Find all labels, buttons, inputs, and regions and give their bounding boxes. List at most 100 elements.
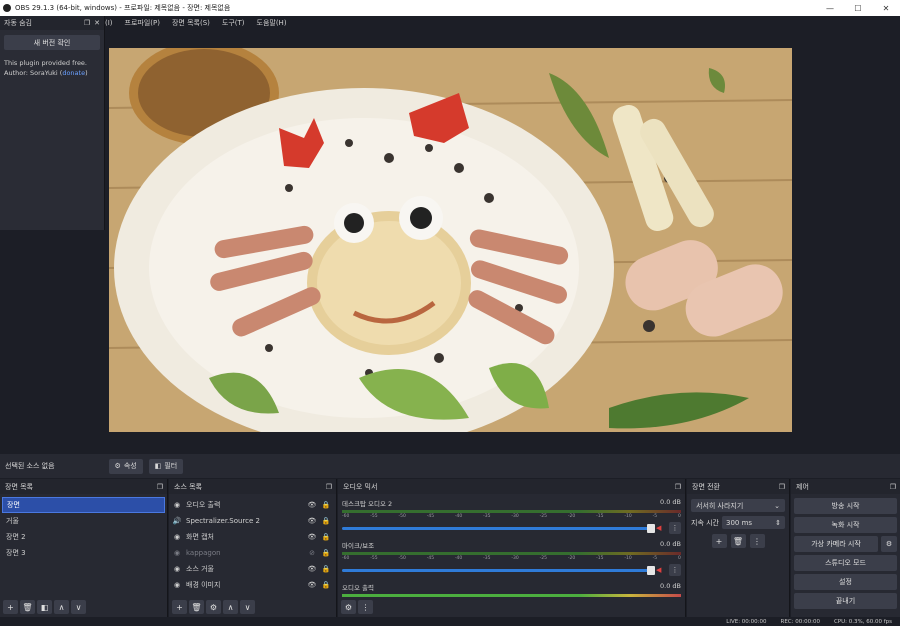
scale-tick: -45: [426, 556, 435, 561]
lock-icon[interactable]: 🔒: [319, 533, 333, 541]
move-down-button[interactable]: ∨: [240, 600, 255, 614]
scene-filters-button[interactable]: ◧: [37, 600, 52, 614]
source-filters-button[interactable]: ◧ 필터: [148, 458, 184, 474]
source-type-icon: ◉: [173, 533, 181, 541]
start-recording-button[interactable]: 녹화 시작: [794, 517, 897, 533]
add-source-button[interactable]: +: [172, 600, 187, 614]
remove-scene-button[interactable]: 🗑: [20, 600, 35, 614]
volume-slider[interactable]: [342, 565, 655, 575]
eye-icon[interactable]: 👁: [305, 501, 319, 509]
float-icon[interactable]: ❐: [675, 483, 681, 491]
settings-button[interactable]: 설정: [794, 574, 897, 590]
start-virtual-camera-button[interactable]: 가상 카메라 시작: [794, 536, 878, 552]
scene-item[interactable]: 장면: [2, 497, 165, 513]
menu-item-profile[interactable]: 프로파일(P): [125, 18, 160, 28]
source-item[interactable]: ◉ 배경 이미지 👁 🔒: [169, 577, 336, 593]
maximize-button[interactable]: ☐: [844, 0, 872, 16]
scale-tick: -30: [511, 556, 519, 561]
scenes-panel-header: 장면 목록 ❐: [0, 479, 167, 494]
plugin-author-end: ): [85, 69, 88, 77]
mixer-menu-button[interactable]: ⋮: [358, 600, 373, 614]
eye-icon[interactable]: 👁: [305, 533, 319, 541]
lock-icon[interactable]: 🔒: [319, 517, 333, 525]
duration-stepper[interactable]: 300 ms ⇕: [722, 516, 785, 529]
source-label: 화면 캡처: [186, 533, 214, 541]
scale-tick: -15: [596, 514, 604, 519]
scene-item[interactable]: 거울: [2, 513, 165, 529]
move-down-button[interactable]: ∨: [71, 600, 86, 614]
status-bar: LIVE: 00:00:00 REC: 00:00:00 CPU: 0.3%, …: [0, 617, 900, 626]
lock-icon[interactable]: 🔒: [319, 565, 333, 573]
start-streaming-button[interactable]: 방송 시작: [794, 498, 897, 514]
move-up-button[interactable]: ∧: [54, 600, 69, 614]
advanced-audio-settings-button[interactable]: ⚙: [341, 600, 356, 614]
source-properties-label: 속성: [123, 462, 137, 470]
stepper-arrows-icon[interactable]: ⇕: [775, 519, 781, 527]
scene-item[interactable]: 장면 2: [2, 529, 165, 545]
no-source-selected-label: 선택된 소스 없음: [5, 462, 55, 470]
float-icon[interactable]: ❐: [779, 483, 785, 491]
source-item[interactable]: ◉ 오디오 출력 👁 🔒: [169, 497, 336, 513]
menu-item-help[interactable]: 도움말(H): [257, 18, 287, 28]
lock-icon[interactable]: 🔒: [319, 501, 333, 509]
source-item[interactable]: ◉ 화면 캡처 👁 🔒: [169, 529, 336, 545]
eye-icon[interactable]: 👁: [305, 517, 319, 525]
minimize-button[interactable]: —: [816, 0, 844, 16]
plugin-dock-title: 자동 숨김: [4, 19, 32, 27]
more-options-icon[interactable]: ⋮: [669, 522, 681, 534]
preview-canvas[interactable]: [109, 48, 792, 432]
track-name: 데스크탑 오디오 2: [342, 500, 393, 508]
more-options-icon[interactable]: ⋮: [669, 564, 681, 576]
controls-header: 제어 ❐: [791, 479, 900, 494]
eye-icon[interactable]: 👁: [305, 565, 319, 573]
speaker-mute-icon[interactable]: ◀: [656, 566, 666, 574]
float-icon[interactable]: ❐: [157, 483, 163, 491]
scale-tick: -5: [652, 514, 658, 519]
source-item[interactable]: ◉ kappagon ⊘ 🔒: [169, 545, 336, 561]
source-item[interactable]: ◉ 소스 거울 👁 🔒: [169, 561, 336, 577]
scale-tick: -25: [539, 556, 547, 561]
menu-item-tools[interactable]: 도구(T): [222, 18, 245, 28]
remove-transition-button[interactable]: 🗑: [730, 534, 746, 548]
speaker-mute-icon[interactable]: ◀: [656, 524, 666, 532]
exit-button[interactable]: 끝내기: [794, 593, 897, 609]
move-up-button[interactable]: ∧: [223, 600, 238, 614]
scene-item[interactable]: 장면 3: [2, 545, 165, 561]
filter-icon: ◧: [154, 462, 162, 470]
scale-tick: 0: [677, 556, 681, 561]
add-transition-button[interactable]: +: [711, 534, 727, 548]
remove-source-button[interactable]: 🗑: [189, 600, 204, 614]
plugin-info: This plugin provided free. Author: SoraY…: [0, 55, 104, 81]
float-icon[interactable]: ❐: [326, 483, 332, 491]
transition-select[interactable]: 서서히 사라지기 ⌄: [691, 499, 785, 512]
transition-selected: 서서히 사라지기: [696, 501, 744, 510]
source-properties-button[interactable]: ⚙ 속성: [108, 458, 143, 474]
lock-icon[interactable]: 🔒: [319, 581, 333, 589]
menu-item-view[interactable]: (I): [105, 19, 113, 27]
scale-tick: -35: [483, 514, 491, 519]
float-icon[interactable]: ❐: [84, 19, 90, 27]
track-db: 0.0 dB: [660, 498, 681, 506]
eye-icon[interactable]: 👁: [305, 581, 319, 589]
add-scene-button[interactable]: +: [3, 600, 18, 614]
eye-hidden-icon[interactable]: ⊘: [305, 549, 319, 557]
donate-link[interactable]: donate: [62, 69, 85, 77]
check-update-button[interactable]: 새 버전 확인: [4, 35, 100, 50]
close-window-button[interactable]: ✕: [872, 0, 900, 16]
slider-handle[interactable]: [647, 565, 655, 575]
mixer-toolbar: ⚙ ⋮: [338, 597, 685, 617]
transitions-header: 장면 전환 ❐: [687, 479, 789, 494]
volume-slider[interactable]: [342, 523, 655, 533]
transition-menu-button[interactable]: ⋮: [749, 534, 765, 548]
slider-handle[interactable]: [647, 523, 655, 533]
virtual-camera-settings-icon[interactable]: ⚙: [881, 536, 897, 552]
close-icon[interactable]: ✕: [94, 19, 100, 27]
mixer-track: 마이크/보조 0.0 dB -60 -55 -50 -45 -40 -35 -30 -25 -2…: [338, 536, 685, 578]
source-label: 오디오 출력: [186, 501, 221, 509]
menu-item-scene-collection[interactable]: 장면 목록(S): [172, 18, 210, 28]
source-settings-button[interactable]: ⚙: [206, 600, 221, 614]
lock-icon[interactable]: 🔒: [319, 549, 333, 557]
studio-mode-button[interactable]: 스튜디오 모드: [794, 555, 897, 571]
float-icon[interactable]: ❐: [890, 483, 896, 491]
source-item[interactable]: 🔊 Spectralizer.Source 2 👁 🔒: [169, 513, 336, 529]
